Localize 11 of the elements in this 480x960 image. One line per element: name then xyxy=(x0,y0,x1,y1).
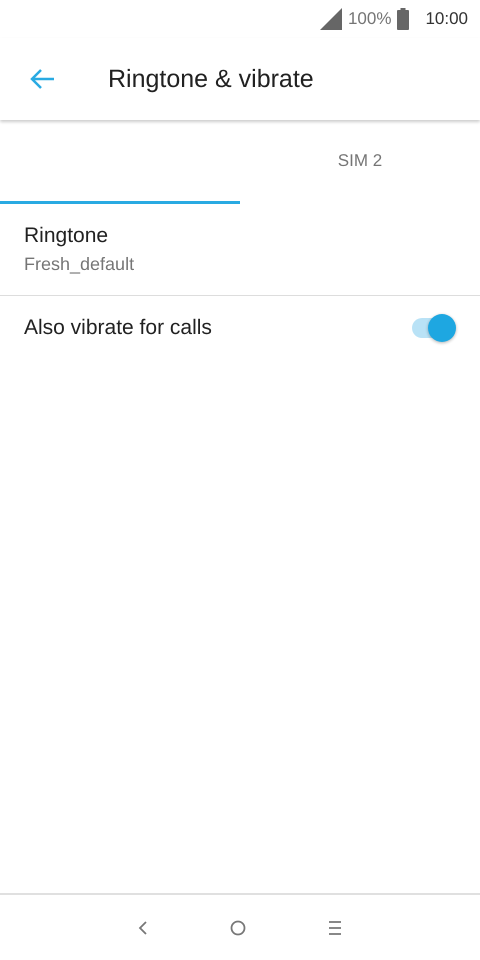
menu-nav-button[interactable] xyxy=(328,920,342,936)
setting-title: Ringtone xyxy=(24,224,110,248)
battery-percent: 100% xyxy=(348,9,392,29)
setting-summary: Fresh_default xyxy=(24,254,136,275)
clock-time: 10:00 xyxy=(425,9,468,29)
home-nav-button[interactable] xyxy=(230,920,246,936)
back-nav-button[interactable] xyxy=(138,920,148,936)
setting-title: Also vibrate for calls xyxy=(24,316,213,340)
battery-icon xyxy=(397,8,410,30)
screen-title: Ringtone & vibrate xyxy=(108,64,314,94)
signal-icon xyxy=(320,8,342,30)
